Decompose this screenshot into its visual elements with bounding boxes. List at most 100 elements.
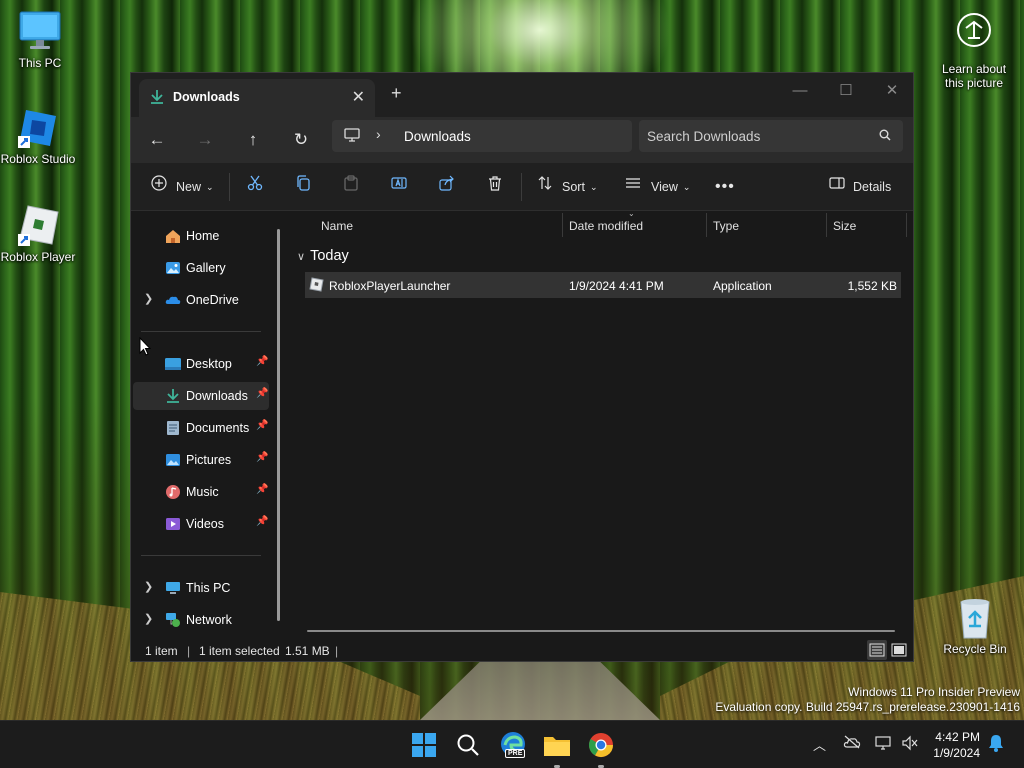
start-button[interactable]	[408, 729, 440, 761]
column-divider[interactable]	[826, 213, 827, 237]
column-header-date-modified[interactable]: Date modified	[569, 219, 643, 233]
sidebar-item-label: Videos	[186, 517, 224, 531]
desktop-icon-this-pc[interactable]: This PC	[0, 10, 80, 70]
sidebar-item-gallery[interactable]: Gallery	[133, 254, 269, 282]
group-header-today[interactable]: ∨ Today	[297, 248, 349, 264]
chevron-right-icon[interactable]: ›	[376, 126, 381, 142]
sidebar-item-home[interactable]: Home	[133, 222, 269, 250]
search-input[interactable]	[647, 126, 867, 146]
desktop-icon-roblox-studio[interactable]: Roblox Studio	[0, 106, 78, 166]
column-divider[interactable]	[562, 213, 563, 237]
forward-arrow-icon[interactable]: →	[189, 127, 221, 153]
chevron-right-icon[interactable]: ❯	[144, 292, 153, 305]
status-selected-size: 1.51 MB	[285, 644, 330, 658]
file-explorer-button[interactable]	[541, 729, 573, 768]
cut-button[interactable]	[247, 175, 263, 199]
rename-button[interactable]	[391, 175, 407, 199]
sort-icon	[537, 175, 553, 199]
monitor-icon	[18, 10, 62, 54]
status-separator: |	[335, 644, 339, 658]
navigation-bar: ← → ↑ ↻ › Downloads	[131, 117, 913, 163]
sidebar-item-pictures[interactable]: Pictures 📌	[133, 446, 269, 474]
download-icon	[165, 388, 181, 404]
volume-muted-icon[interactable]	[901, 735, 919, 754]
title-bar[interactable]: Downloads ✕ + — ☐ ✕	[131, 73, 913, 117]
search-icon[interactable]	[879, 129, 891, 144]
desktop-icon-label: Roblox Player	[0, 250, 76, 264]
sidebar-item-label: Network	[186, 613, 232, 627]
copy-button[interactable]	[295, 175, 311, 199]
minimize-icon[interactable]: —	[777, 77, 823, 105]
chevron-right-icon[interactable]: ❯	[144, 612, 153, 625]
up-arrow-icon[interactable]: ↑	[237, 127, 269, 153]
onedrive-offline-icon[interactable]	[843, 735, 861, 752]
details-view-toggle[interactable]	[867, 640, 887, 660]
add-tab-icon[interactable]: +	[391, 83, 402, 104]
sidebar-divider	[141, 555, 261, 556]
sidebar-item-this-pc[interactable]: ❯ This PC	[133, 574, 269, 602]
sidebar-scrollbar[interactable]	[277, 229, 280, 621]
computer-icon	[344, 128, 360, 145]
back-arrow-icon[interactable]: ←	[141, 127, 173, 153]
pin-icon: 📌	[256, 452, 269, 463]
column-header-name[interactable]: Name	[321, 219, 353, 233]
address-bar[interactable]: › Downloads	[332, 120, 632, 152]
show-hidden-icons-chevron-icon[interactable]: ︿	[813, 735, 826, 754]
more-options-icon[interactable]: •••	[715, 175, 735, 199]
chevron-right-icon[interactable]: ❯	[144, 580, 153, 593]
share-icon	[439, 175, 455, 199]
sidebar-item-desktop[interactable]: Desktop 📌	[133, 350, 269, 378]
notification-bell-icon[interactable]	[988, 734, 1004, 755]
search-button[interactable]	[452, 729, 484, 761]
close-window-icon[interactable]: ✕	[869, 77, 915, 105]
desktop-icon-recycle-bin[interactable]: Recycle Bin	[935, 596, 1015, 656]
document-icon	[165, 420, 181, 436]
close-tab-icon[interactable]: ✕	[352, 87, 365, 107]
edge-pre-badge: PRE	[505, 749, 526, 758]
chrome-button[interactable]	[585, 729, 617, 768]
music-icon	[165, 484, 181, 500]
view-button[interactable]: View ⌄	[625, 175, 690, 199]
navigation-pane: Home Gallery ❯ OneDrive Desktop 📌 Downlo…	[131, 212, 287, 630]
camera-icon	[956, 12, 992, 48]
chevron-down-icon: ∨	[297, 250, 306, 263]
new-button[interactable]: New ⌄	[151, 175, 214, 199]
sidebar-item-downloads[interactable]: Downloads 📌	[133, 382, 269, 410]
clock-time: 4:42 PM	[935, 730, 980, 744]
status-item-count: 1 item	[145, 644, 178, 658]
sort-button[interactable]: Sort ⌄	[537, 175, 597, 199]
tiles-view-toggle[interactable]	[889, 640, 909, 660]
sidebar-item-music[interactable]: Music 📌	[133, 478, 269, 506]
tab-downloads[interactable]: Downloads ✕	[139, 79, 375, 117]
edge-beta-button[interactable]: PRE	[497, 729, 529, 761]
column-divider[interactable]	[906, 213, 907, 237]
learn-about-picture[interactable]: Learn about this picture	[934, 12, 1014, 90]
download-icon	[149, 89, 165, 108]
table-row[interactable]: RobloxPlayerLauncher 1/9/2024 4:41 PM Ap…	[305, 272, 901, 298]
column-header-type[interactable]: Type	[713, 219, 739, 233]
sidebar-item-onedrive[interactable]: ❯ OneDrive	[133, 286, 269, 314]
refresh-icon[interactable]: ↻	[285, 127, 317, 153]
delete-button[interactable]	[487, 175, 503, 199]
sidebar-item-label: OneDrive	[186, 293, 239, 307]
share-button[interactable]	[439, 175, 455, 199]
details-view-icon	[869, 643, 885, 657]
details-button[interactable]: Details	[829, 175, 891, 199]
column-header-size[interactable]: Size	[833, 219, 856, 233]
sidebar-item-network[interactable]: ❯ Network	[133, 606, 269, 634]
maximize-icon[interactable]: ☐	[823, 77, 869, 105]
sidebar-item-documents[interactable]: Documents 📌	[133, 414, 269, 442]
desktop-icon-roblox-player[interactable]: Roblox Player	[0, 204, 78, 264]
windows-watermark: Windows 11 Pro Insider Preview Evaluatio…	[715, 685, 1020, 715]
command-bar: New ⌄ Sort ⌄ View ⌄ ••• Details	[131, 163, 913, 211]
network-status-icon[interactable]	[875, 735, 893, 754]
system-clock[interactable]: 4:42 PM 1/9/2024	[933, 729, 980, 761]
sidebar-item-videos[interactable]: Videos 📌	[133, 510, 269, 538]
horizontal-scrollbar[interactable]	[307, 630, 895, 632]
roblox-player-icon	[16, 204, 60, 248]
search-box[interactable]	[639, 120, 903, 152]
pin-icon: 📌	[256, 356, 269, 367]
column-divider[interactable]	[706, 213, 707, 237]
paste-button[interactable]	[343, 175, 359, 199]
breadcrumb-downloads[interactable]: Downloads	[404, 129, 471, 144]
